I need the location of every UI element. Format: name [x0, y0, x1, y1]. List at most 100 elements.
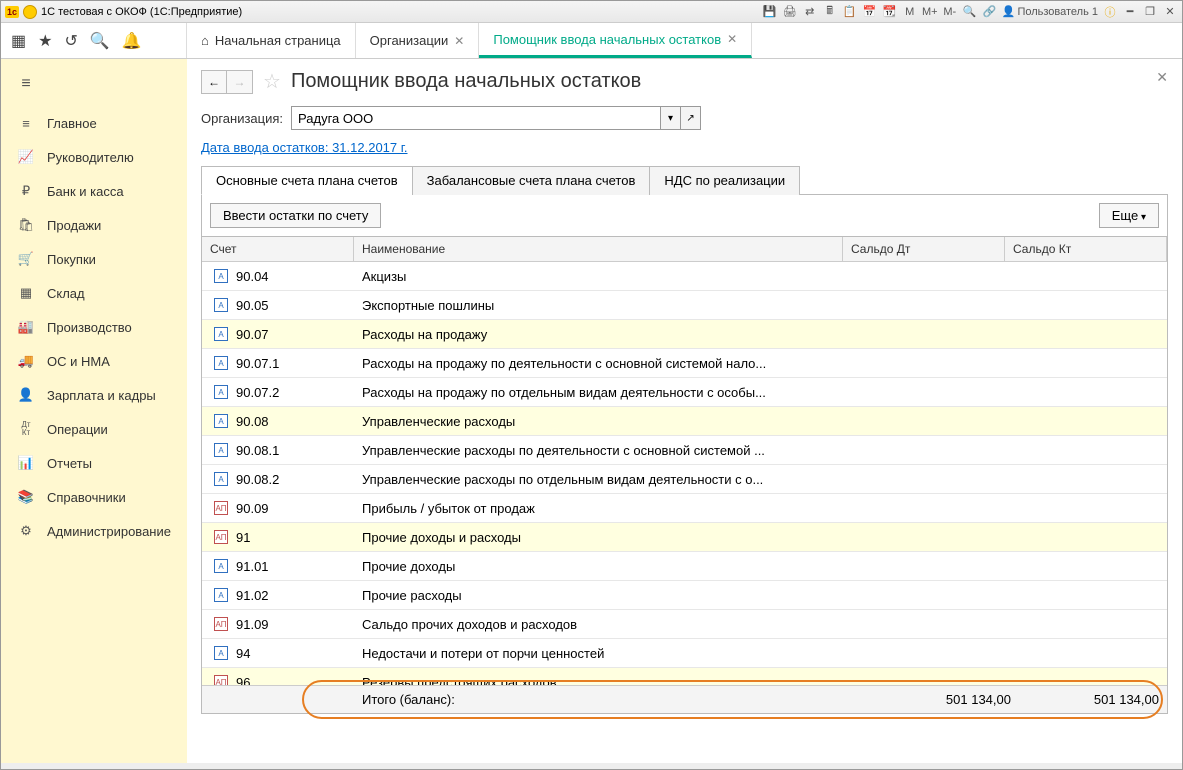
apps-icon[interactable]: ▦	[11, 31, 26, 51]
sidebar-item-icon: 🛒	[17, 251, 35, 267]
sidebar-item-label: Зарплата и кадры	[47, 388, 156, 403]
tab-organizations[interactable]: Организации ✕	[356, 23, 480, 58]
sidebar-item[interactable]: 👤 Зарплата и кадры	[1, 378, 187, 412]
table-row[interactable]: А90.05Экспортные пошлины	[202, 291, 1167, 320]
table-row[interactable]: А90.07.1Расходы на продажу по деятельнос…	[202, 349, 1167, 378]
sidebar-item[interactable]: 📊Отчеты	[1, 446, 187, 480]
sidebar-item[interactable]: 📈Руководителю	[1, 140, 187, 174]
table-row[interactable]: А91.02Прочие расходы	[202, 581, 1167, 610]
table-row[interactable]: АП91.09Сальдо прочих доходов и расходов	[202, 610, 1167, 639]
print-icon[interactable]: 🖨	[782, 4, 798, 20]
compare-icon[interactable]: ⇄	[802, 4, 818, 20]
mem-mminus-button[interactable]: M-	[942, 4, 958, 20]
sidebar-item[interactable]: ▦Склад	[1, 276, 187, 310]
sidebar-item-label: Администрирование	[47, 524, 171, 539]
account-code: 90.05	[236, 298, 269, 313]
account-code: 91.02	[236, 588, 269, 603]
calendar31-icon[interactable]: 📆	[882, 4, 898, 20]
col-credit[interactable]: Сальдо Кт	[1005, 237, 1167, 261]
link-icon[interactable]: 🔗	[982, 4, 998, 20]
col-account[interactable]: Счет	[202, 237, 354, 261]
close-page-button[interactable]: ✕	[1156, 69, 1168, 86]
account-icon: А	[214, 559, 228, 573]
table-row[interactable]: А90.04Акцизы	[202, 262, 1167, 291]
mem-m-button[interactable]: M	[902, 4, 918, 20]
col-debit[interactable]: Сальдо Дт	[843, 237, 1005, 261]
table-row[interactable]: А90.07Расходы на продажу	[202, 320, 1167, 349]
search-icon[interactable]: 🔍	[90, 31, 110, 51]
tab-initial-balances[interactable]: Помощник ввода начальных остатков ✕	[479, 23, 752, 58]
table-row[interactable]: А90.08.2Управленческие расходы по отдель…	[202, 465, 1167, 494]
subtab-vat[interactable]: НДС по реализации	[649, 166, 800, 195]
sidebar-item[interactable]: ДтКтОперации	[1, 412, 187, 446]
home-icon: ⌂	[201, 33, 209, 48]
mem-mplus-button[interactable]: M+	[922, 4, 938, 20]
sidebar-menu-button[interactable]: ≡	[1, 69, 187, 107]
org-dropdown-button[interactable]: ▾	[660, 107, 680, 129]
open-tabs: ⌂ Начальная страница Организации ✕ Помощ…	[187, 23, 752, 58]
accounts-grid: Счет Наименование Сальдо Дт Сальдо Кт А9…	[201, 236, 1168, 714]
org-input[interactable]	[292, 107, 660, 129]
restore-button[interactable]: ❐	[1142, 4, 1158, 20]
account-code: 90.07	[236, 327, 269, 342]
favorite-icon[interactable]: ★	[38, 31, 52, 51]
task-icon[interactable]: 📋	[842, 4, 858, 20]
account-name: Расходы на продажу по отдельным видам де…	[354, 385, 857, 400]
close-tab-icon[interactable]: ✕	[727, 32, 737, 46]
sidebar-item-icon: 👤	[17, 387, 35, 403]
save-icon[interactable]: 💾	[762, 4, 778, 20]
calendar-icon[interactable]: 📅	[862, 4, 878, 20]
account-name: Акцизы	[354, 269, 857, 284]
sidebar-item[interactable]: 🏭Производство	[1, 310, 187, 344]
tab-home[interactable]: ⌂ Начальная страница	[187, 23, 356, 58]
close-button[interactable]: ✕	[1162, 4, 1178, 20]
account-code: 90.07.2	[236, 385, 279, 400]
sidebar-item[interactable]: ⚙Администрирование	[1, 514, 187, 548]
table-row[interactable]: А90.08Управленческие расходы	[202, 407, 1167, 436]
account-name: Расходы на продажу	[354, 327, 857, 342]
app-dropdown-icon[interactable]	[23, 5, 37, 19]
tab-label: Организации	[370, 33, 449, 48]
sidebar-item[interactable]: 🚚ОС и НМА	[1, 344, 187, 378]
table-row[interactable]: А94Недостачи и потери от порчи ценностей	[202, 639, 1167, 668]
table-row[interactable]: АП91Прочие доходы и расходы	[202, 523, 1167, 552]
table-row[interactable]: А91.01Прочие доходы	[202, 552, 1167, 581]
account-name: Резервы предстоящих расходов	[354, 675, 857, 686]
statusbar	[1, 763, 1182, 769]
sidebar-item[interactable]: ₽Банк и касса	[1, 174, 187, 208]
bell-icon[interactable]: 🔔	[122, 31, 142, 51]
subtab-offbalance-accounts[interactable]: Забалансовые счета плана счетов	[412, 166, 651, 195]
nav-forward-button[interactable]: →	[227, 70, 253, 94]
sidebar-item-icon: 🏭	[17, 319, 35, 335]
zoom-icon[interactable]: 🔍	[962, 4, 978, 20]
history-icon[interactable]: ↺	[64, 31, 77, 51]
sidebar-item-label: Руководителю	[47, 150, 134, 165]
subtab-main-accounts[interactable]: Основные счета плана счетов	[201, 166, 413, 195]
sidebar-item[interactable]: 🛍Продажи	[1, 208, 187, 242]
table-row[interactable]: АП96Резервы предстоящих расходов	[202, 668, 1167, 685]
date-link[interactable]: Дата ввода остатков: 31.12.2017 г.	[201, 140, 408, 155]
table-row[interactable]: А90.08.1Управленческие расходы по деятел…	[202, 436, 1167, 465]
nav-back-button[interactable]: ←	[201, 70, 227, 94]
info-icon[interactable]: ⓘ	[1102, 4, 1118, 20]
sidebar-item[interactable]: 📚Справочники	[1, 480, 187, 514]
more-button[interactable]: Еще	[1099, 203, 1159, 228]
table-row[interactable]: АП90.09Прибыль / убыток от продаж	[202, 494, 1167, 523]
table-row[interactable]: А90.07.2Расходы на продажу по отдельным …	[202, 378, 1167, 407]
enter-balances-button[interactable]: Ввести остатки по счету	[210, 203, 381, 228]
sidebar-item-label: Операции	[47, 422, 108, 437]
favorite-toggle-icon[interactable]: ☆	[263, 69, 281, 94]
user-menu[interactable]: 👤 Пользователь 1	[1002, 5, 1098, 18]
org-combo[interactable]: ▾ ↗	[291, 106, 701, 130]
sidebar-item[interactable]: 🛒Покупки	[1, 242, 187, 276]
close-tab-icon[interactable]: ✕	[454, 34, 464, 48]
sidebar-item[interactable]: ≡Главное	[1, 107, 187, 140]
grid-body[interactable]: А90.04АкцизыА90.05Экспортные пошлиныА90.…	[202, 262, 1167, 685]
org-open-button[interactable]: ↗	[680, 107, 700, 129]
account-icon: А	[214, 356, 228, 370]
account-code: 94	[236, 646, 250, 661]
col-name[interactable]: Наименование	[354, 237, 843, 261]
minimize-button[interactable]: ━	[1122, 4, 1138, 20]
sidebar-item-label: ОС и НМА	[47, 354, 110, 369]
calc-icon[interactable]: 🖩	[822, 4, 838, 20]
